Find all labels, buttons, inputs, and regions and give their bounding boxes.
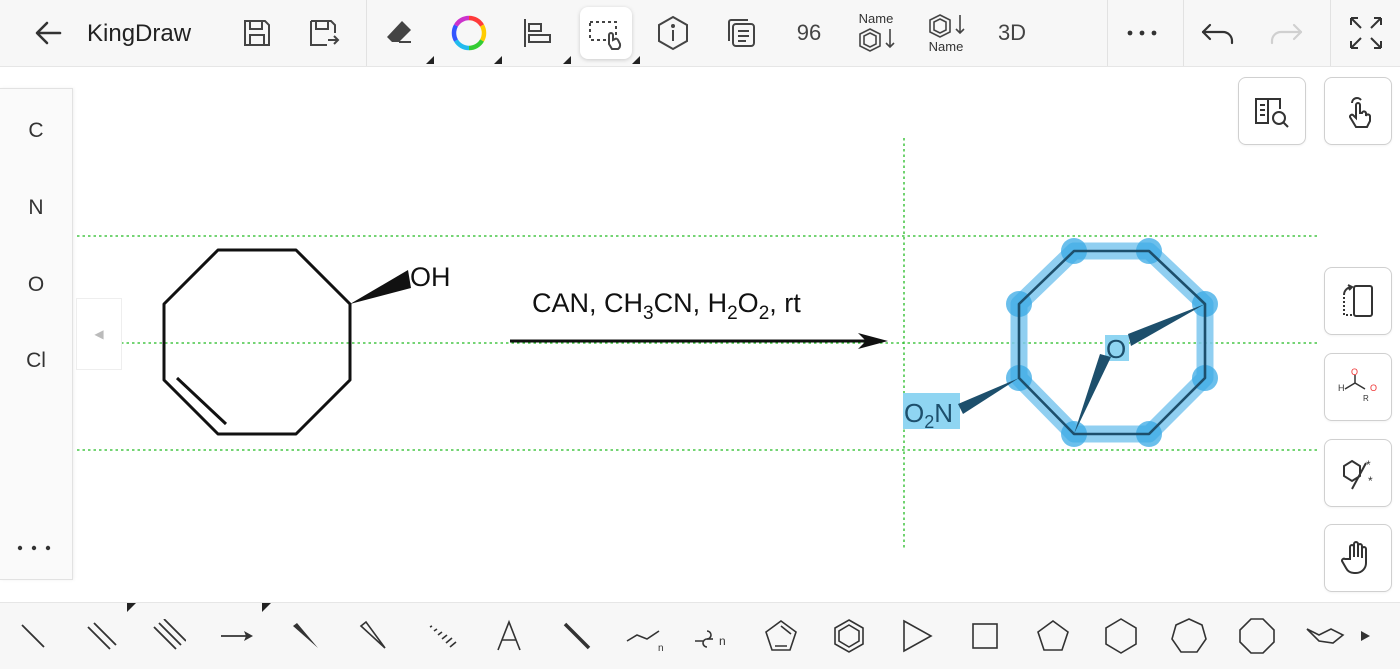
svg-text:H: H <box>1338 383 1345 393</box>
heptagon-icon[interactable] <box>1161 603 1217 669</box>
dropdown-corner <box>262 603 271 612</box>
toolbar-separator <box>366 0 367 66</box>
element-cl[interactable]: Cl <box>0 349 72 373</box>
svg-text:n: n <box>719 634 726 648</box>
count-label[interactable]: 96 <box>788 0 830 66</box>
toolbar-separator <box>1107 0 1108 66</box>
triangle-icon[interactable] <box>889 603 945 669</box>
arrow-icon[interactable] <box>209 603 265 669</box>
search-book-icon[interactable] <box>1238 77 1306 145</box>
touch-draw-icon[interactable] <box>1324 77 1392 145</box>
double-bond-icon[interactable] <box>73 603 129 669</box>
square-icon[interactable] <box>957 603 1013 669</box>
3d-view-button[interactable]: 3D <box>990 0 1034 66</box>
hash-bond-icon[interactable] <box>413 603 469 669</box>
drawing-canvas[interactable]: OH CAN, CH3CN, H2O2, rt O O2N <box>0 0 1400 668</box>
name-bottom-label: Name <box>928 39 964 54</box>
benzene-icon[interactable] <box>821 603 877 669</box>
chirality-icon[interactable]: * * <box>1324 439 1392 507</box>
svg-text:O: O <box>1351 367 1358 377</box>
structure-to-name-icon[interactable]: Name <box>922 0 970 66</box>
name-to-structure-icon[interactable]: Name <box>852 0 900 66</box>
fullscreen-icon[interactable] <box>1342 0 1390 66</box>
dropdown-corner <box>563 56 571 64</box>
svg-text:R: R <box>1363 394 1369 403</box>
name-top-label: Name <box>858 11 894 26</box>
back-arrow-icon[interactable] <box>28 0 68 66</box>
product-wedge-o-right <box>1128 304 1205 346</box>
pentagon-icon[interactable] <box>1025 603 1081 669</box>
toolbar-separator <box>1330 0 1331 66</box>
info-icon[interactable] <box>652 0 694 66</box>
element-o[interactable]: O <box>0 273 72 297</box>
bold-bond-icon[interactable] <box>549 603 605 669</box>
eraser-icon[interactable] <box>378 0 420 66</box>
copy-pages-icon[interactable] <box>720 0 762 66</box>
lasso-select-icon[interactable] <box>580 7 632 59</box>
hollow-wedge-icon[interactable] <box>345 603 401 669</box>
wedge-bond[interactable] <box>350 270 411 304</box>
redo-icon[interactable] <box>1264 0 1308 66</box>
svg-text:O: O <box>1370 383 1377 393</box>
app-title: KingDraw <box>87 20 192 47</box>
element-more-icon[interactable] <box>16 539 52 557</box>
element-c[interactable]: C <box>0 119 72 143</box>
dropdown-corner <box>494 56 502 64</box>
rotate-screen-icon[interactable] <box>1324 267 1392 335</box>
save-icon[interactable] <box>236 0 278 66</box>
product-o-label: O <box>1106 334 1126 364</box>
product-wedge-o-left <box>1074 354 1111 434</box>
reaction-conditions[interactable]: CAN, CH3CN, H2O2, rt <box>532 288 801 324</box>
triple-bond-icon[interactable] <box>141 603 197 669</box>
svg-text:*: * <box>1366 458 1371 472</box>
chain-icon[interactable]: n <box>617 603 673 669</box>
svg-text:n: n <box>658 643 664 653</box>
dropdown-corner <box>127 603 136 612</box>
dropdown-corner <box>426 56 434 64</box>
collapse-panel-icon[interactable]: ◀ <box>76 298 122 370</box>
svg-text:*: * <box>1368 474 1373 488</box>
wedge-bond-icon[interactable] <box>277 603 333 669</box>
reactant-molecule[interactable] <box>162 248 352 436</box>
reactant-oh-label[interactable]: OH <box>410 262 451 292</box>
octagon-icon[interactable] <box>1229 603 1285 669</box>
single-bond-icon[interactable] <box>5 603 61 669</box>
functional-group-icon[interactable]: HOOR <box>1324 353 1392 421</box>
undo-icon[interactable] <box>1196 0 1240 66</box>
hexagon-icon[interactable] <box>1093 603 1149 669</box>
product-wedge-no2 <box>958 378 1019 414</box>
polymer-bracket-icon[interactable]: n <box>685 603 741 669</box>
dropdown-corner <box>632 56 640 64</box>
more-icon[interactable] <box>1120 0 1164 66</box>
bottom-toolbar: n n <box>0 602 1400 669</box>
top-toolbar: KingDraw 96 Name Name 3D <box>0 0 1400 67</box>
cyclopentadiene-icon[interactable] <box>753 603 809 669</box>
text-icon[interactable] <box>481 603 537 669</box>
align-icon[interactable] <box>516 0 558 66</box>
expand-right-icon[interactable] <box>1350 603 1380 669</box>
cyclohexane-chair-icon[interactable] <box>1297 603 1353 669</box>
reaction-arrow[interactable] <box>510 333 888 349</box>
save-as-icon[interactable] <box>303 0 345 66</box>
product-molecule[interactable]: O O2N <box>903 238 1218 447</box>
hand-pan-icon[interactable] <box>1324 524 1392 592</box>
color-wheel-icon[interactable] <box>447 0 491 66</box>
toolbar-separator <box>1183 0 1184 66</box>
element-panel: C N O Cl <box>0 88 73 580</box>
element-n[interactable]: N <box>0 196 72 220</box>
